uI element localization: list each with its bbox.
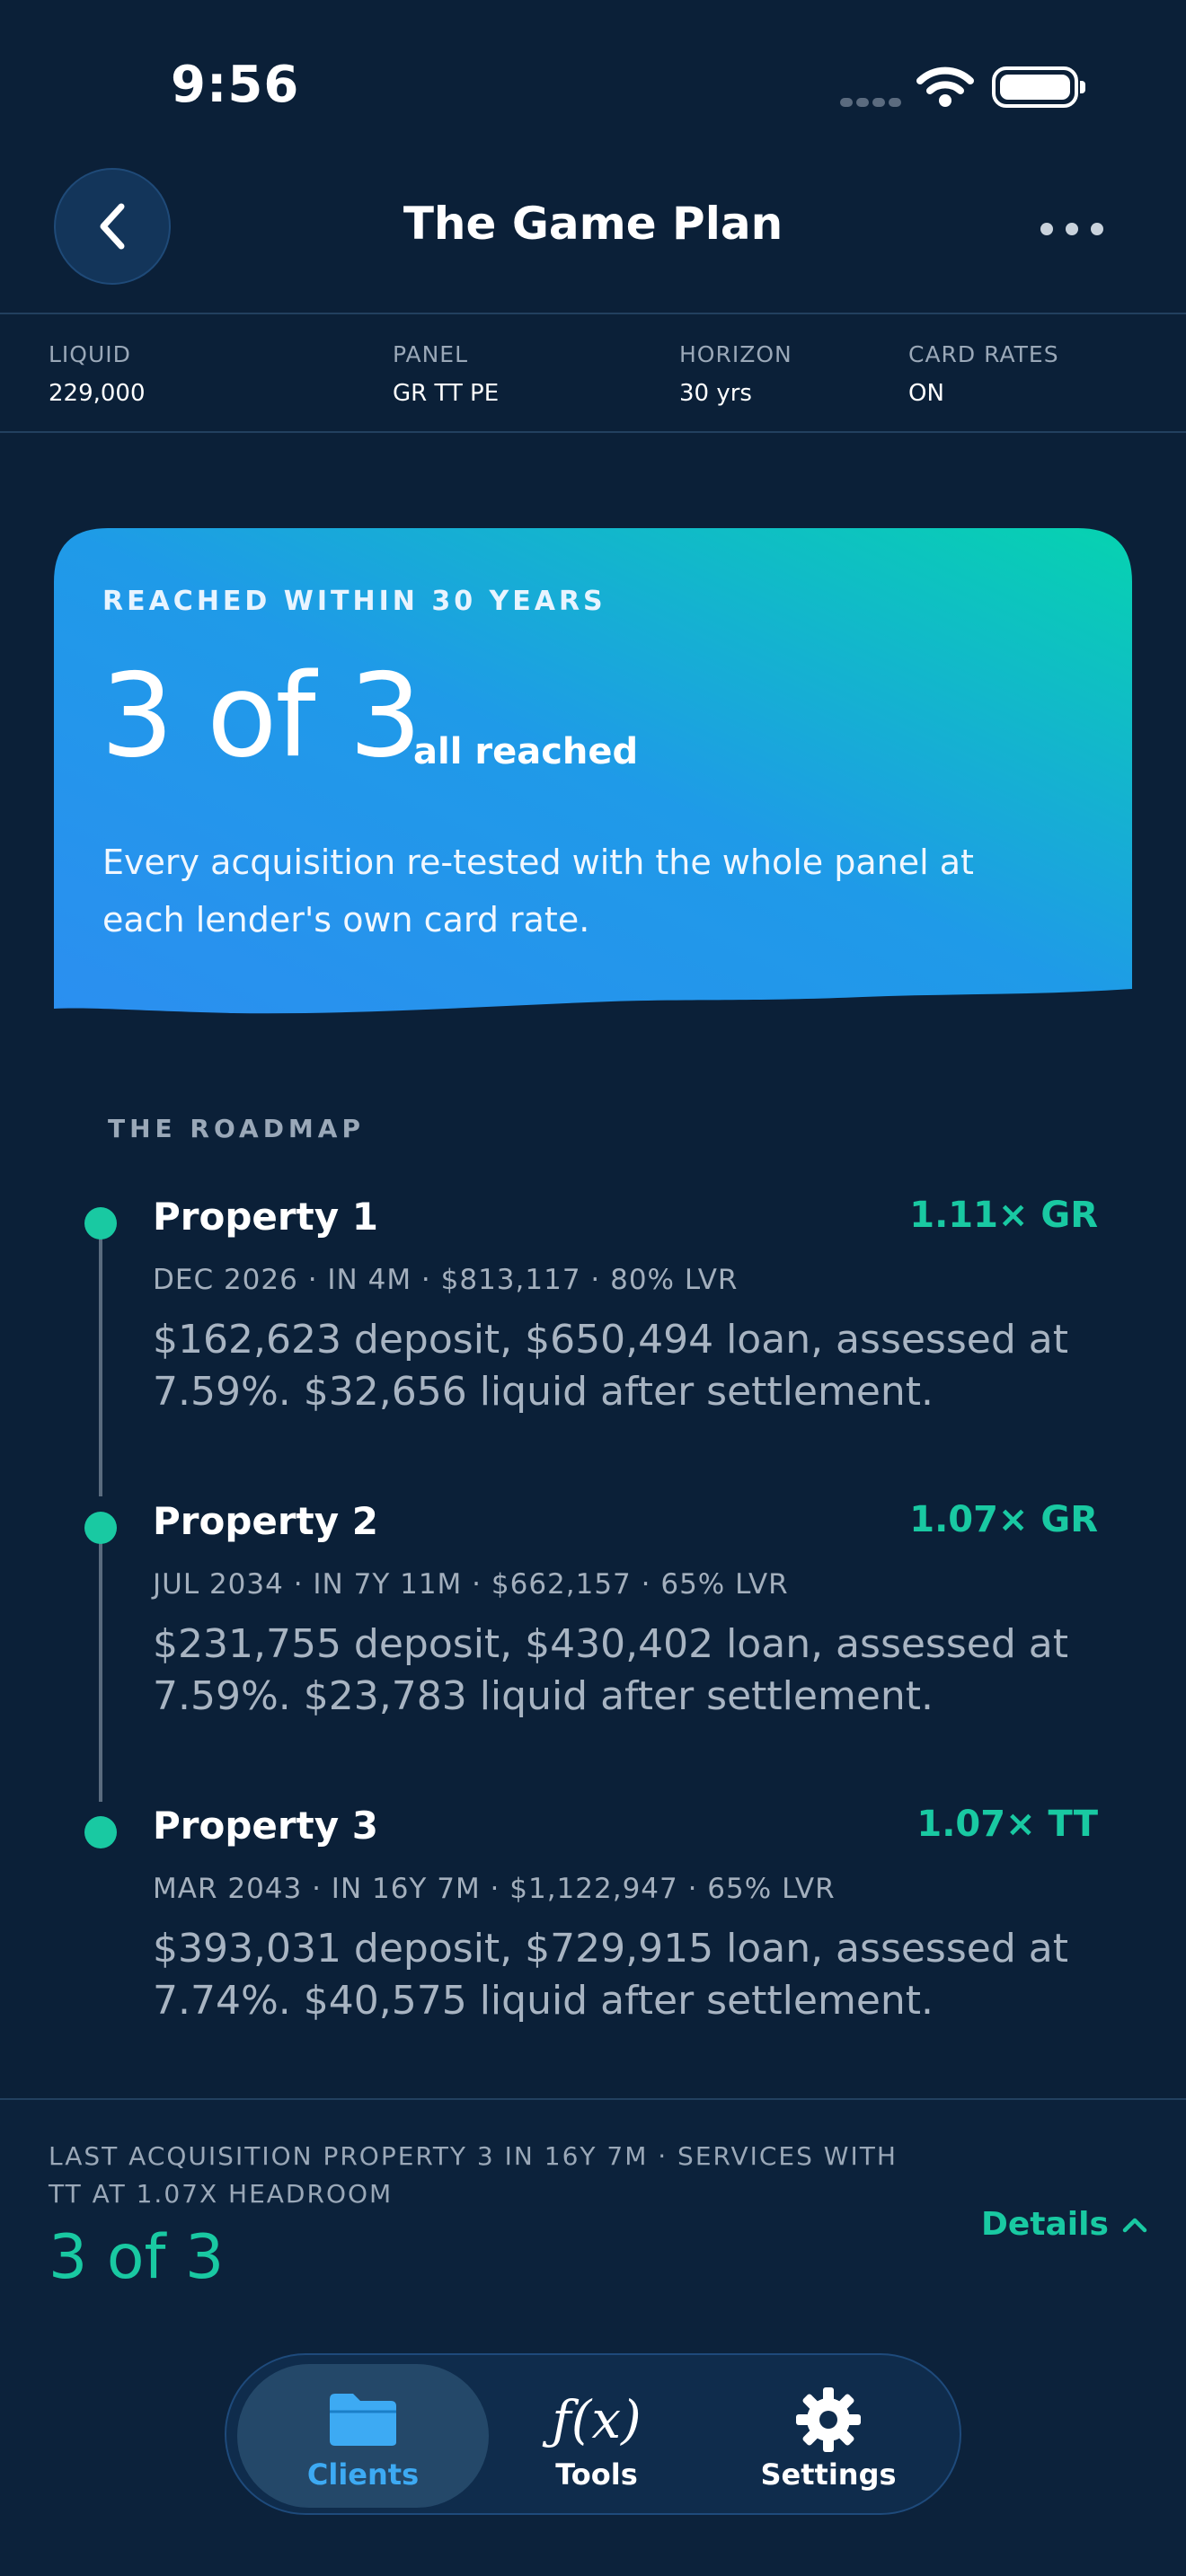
summary-card-rates: CARD RATES ON: [908, 341, 1059, 407]
property-description: $393,031 deposit, $729,915 loan, assesse…: [153, 1926, 1068, 2024]
details-label: Details: [981, 2206, 1109, 2243]
property-meta: MAR 2043 · IN 16Y 7M · $1,122,947 · 65% …: [153, 1873, 836, 1905]
summary-panel: PANEL GR TT PE: [393, 341, 499, 407]
property-meta: DEC 2026 · IN 4M · $813,117 · 80% LVR: [153, 1264, 739, 1296]
tab-label: Settings: [760, 2457, 897, 2492]
property-meta: JUL 2034 · IN 7Y 11M · $662,157 · 65% LV…: [153, 1568, 789, 1601]
timeline-connector: [99, 1238, 102, 1496]
summary-label: PANEL: [393, 341, 469, 367]
property-description: $162,623 deposit, $650,494 loan, assesse…: [153, 1317, 1068, 1415]
tab-label: Clients: [306, 2457, 420, 2492]
property-ratio: 1.11× GR: [909, 1195, 1098, 1236]
cellular-signal-icon: [840, 93, 905, 110]
nav-bar: The Game Plan: [0, 162, 1186, 314]
timeline-dot: [84, 1207, 117, 1239]
tab-settings[interactable]: Settings: [703, 2364, 954, 2508]
details-button[interactable]: Details: [981, 2206, 1148, 2243]
battery-icon: [992, 66, 1085, 108]
property-description: $231,755 deposit, $430,402 loan, assesse…: [153, 1621, 1068, 1719]
page-title: The Game Plan: [403, 198, 783, 250]
hero-description: Every acquisition re-tested with the who…: [102, 842, 974, 940]
summary-label: CARD RATES: [908, 341, 1059, 367]
summary-label: HORIZON: [679, 341, 792, 367]
result-hero-card: REACHED WITHIN 30 YEARS 3 of 3 all reach…: [54, 528, 1132, 1018]
tab-bar: Clients ƒ(x) Tools Settings: [225, 2353, 961, 2515]
plan-summary: LIQUID 229,000 PANEL GR TT PE HORIZON 30…: [0, 313, 1186, 433]
roadmap-heading: THE ROADMAP: [108, 1114, 365, 1143]
summary-label: LIQUID: [49, 341, 131, 367]
roadmap-item[interactable]: Property 1 1.11× GR DEC 2026 · IN 4M · $…: [153, 1195, 1098, 1418]
roadmap-item[interactable]: Property 2 1.07× GR JUL 2034 · IN 7Y 11M…: [153, 1499, 1098, 1723]
property-ratio: 1.07× GR: [909, 1499, 1098, 1540]
status-bar: 9:56: [0, 0, 1186, 171]
footer-note: LAST ACQUISITION PROPERTY 3 IN 16Y 7M · …: [49, 2141, 898, 2209]
tab-label: Tools: [555, 2457, 638, 2492]
timeline-connector: [99, 1543, 102, 1802]
status-time: 9:56: [171, 56, 300, 114]
summary-value: ON: [908, 380, 944, 407]
property-ratio: 1.07× TT: [916, 1804, 1098, 1845]
summary-horizon: HORIZON 30 yrs: [679, 341, 792, 407]
hero-eyebrow: REACHED WITHIN 30 YEARS: [102, 586, 606, 617]
chevron-up-icon: [1122, 2218, 1147, 2232]
hero-subtitle: all reached: [413, 731, 639, 772]
timeline-dot: [84, 1816, 117, 1848]
tab-tools[interactable]: ƒ(x) Tools: [471, 2364, 722, 2508]
hero-count: 3 of 3: [101, 649, 422, 783]
folder-icon: [237, 2384, 489, 2456]
tab-clients[interactable]: Clients: [237, 2364, 489, 2508]
more-options-button[interactable]: [1040, 211, 1103, 247]
fx-icon: ƒ(x): [552, 2389, 642, 2450]
timeline-dot: [84, 1512, 117, 1544]
roadmap-item[interactable]: Property 3 1.07× TT MAR 2043 · IN 16Y 7M…: [153, 1804, 1098, 2027]
summary-value: 229,000: [49, 380, 146, 407]
ellipsis-icon: [1040, 223, 1053, 235]
summary-value: GR TT PE: [393, 380, 500, 407]
footer-count: 3 of 3: [49, 2222, 225, 2293]
summary-value: 30 yrs: [679, 380, 752, 407]
wifi-icon: [916, 65, 974, 111]
summary-liquid: LIQUID 229,000: [49, 341, 146, 407]
gear-icon: [703, 2384, 954, 2456]
